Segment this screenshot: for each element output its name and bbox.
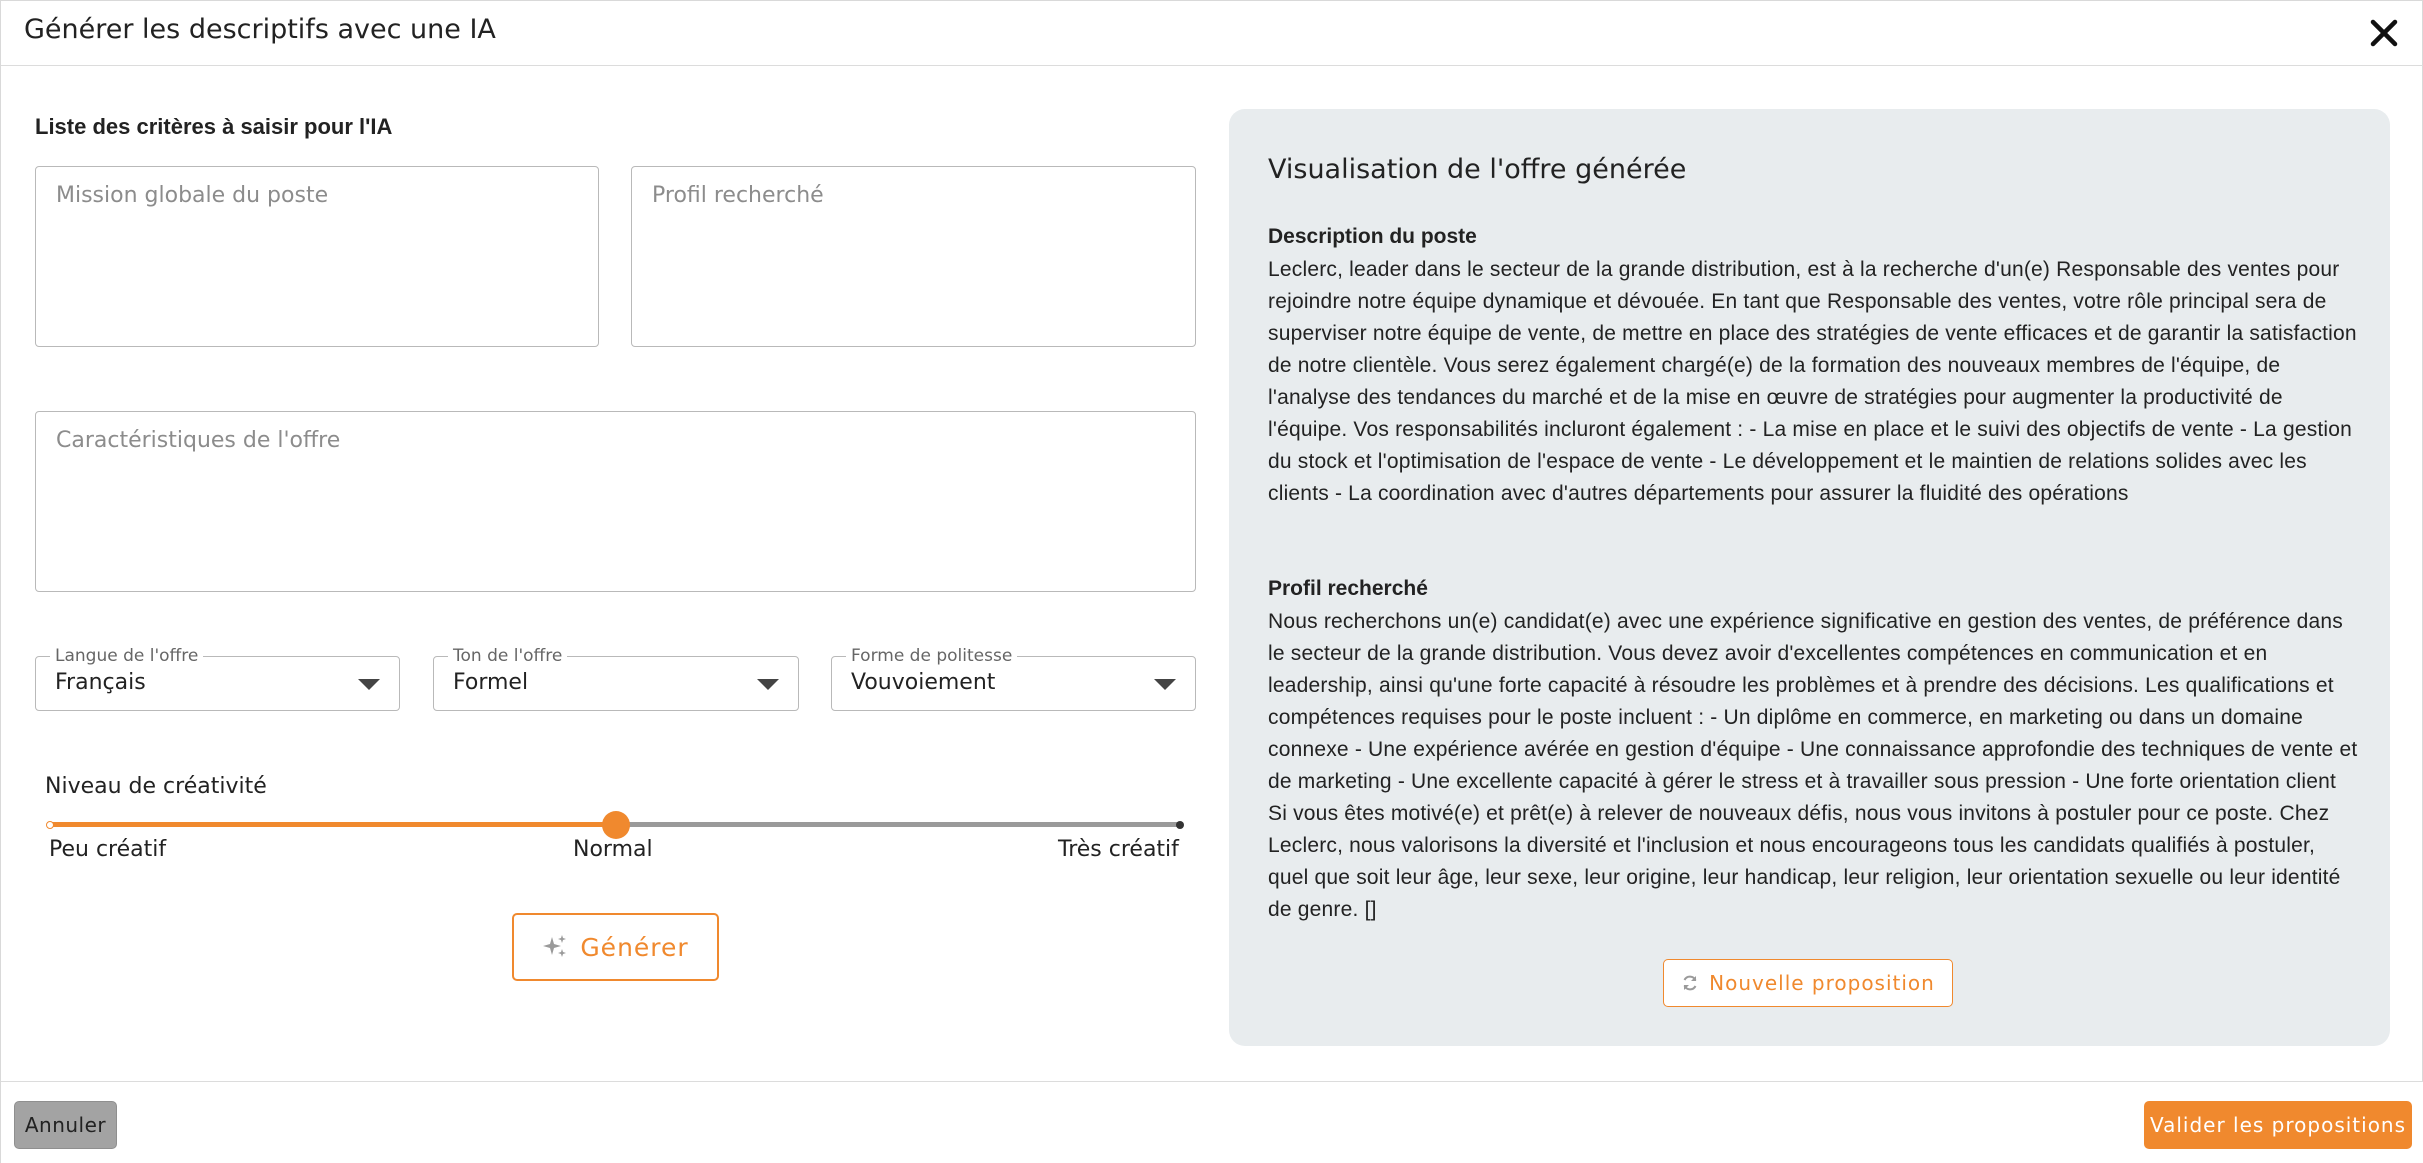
- preview-title: Visualisation de l'offre générée: [1268, 154, 1687, 185]
- close-icon: [2370, 19, 2398, 47]
- tone-select-label: Ton de l'offre: [448, 646, 568, 666]
- new-proposal-button[interactable]: Nouvelle proposition: [1663, 959, 1953, 1007]
- generate-button-label: Générer: [580, 932, 689, 962]
- sparkles-icon: [543, 935, 567, 957]
- tone-select[interactable]: Ton de l'offre Formel: [433, 646, 799, 711]
- cancel-button[interactable]: Annuler: [14, 1101, 117, 1149]
- creativity-slider-title: Niveau de créativité: [45, 774, 267, 799]
- tone-select-value: Formel: [453, 670, 529, 695]
- description-section-text: Leclerc, leader dans le secteur de la gr…: [1268, 258, 2357, 505]
- creativity-slider-thumb[interactable]: [602, 811, 630, 839]
- language-select[interactable]: Langue de l'offre Français: [35, 646, 400, 711]
- ai-description-dialog: Générer les descriptifs avec une IA List…: [0, 0, 2423, 1163]
- slider-max-mark: [1176, 821, 1184, 829]
- profile-textarea[interactable]: Profil recherché: [631, 166, 1196, 347]
- close-button[interactable]: [2364, 13, 2404, 53]
- caret-down-icon: [1154, 679, 1176, 690]
- dialog-title: Générer les descriptifs avec une IA: [24, 14, 496, 45]
- politeness-select[interactable]: Forme de politesse Vouvoiement: [831, 646, 1196, 711]
- language-select-value: Français: [55, 670, 146, 695]
- profile-section-text: Nous recherchons un(e) candidat(e) avec …: [1268, 610, 2358, 921]
- characteristics-placeholder: Caractéristiques de l'offre: [56, 428, 341, 453]
- creativity-mid-label: Normal: [573, 837, 653, 862]
- caret-down-icon: [358, 679, 380, 690]
- dialog-header: Générer les descriptifs avec une IA: [1, 1, 2423, 66]
- description-section-title: Description du poste: [1268, 225, 1477, 248]
- caret-down-icon: [757, 679, 779, 690]
- characteristics-textarea[interactable]: Caractéristiques de l'offre: [35, 411, 1196, 592]
- creativity-min-label: Peu créatif: [49, 837, 167, 862]
- mission-placeholder: Mission globale du poste: [56, 183, 329, 208]
- generated-offer-preview: Visualisation de l'offre générée Descrip…: [1229, 109, 2390, 1046]
- refresh-icon: [1683, 975, 1697, 991]
- dialog-footer: Annuler Valider les propositions: [1, 1081, 2423, 1163]
- politeness-select-value: Vouvoiement: [851, 670, 996, 695]
- new-proposal-label: Nouvelle proposition: [1709, 971, 1935, 995]
- creativity-slider-fill: [49, 822, 616, 827]
- mission-textarea[interactable]: Mission globale du poste: [35, 166, 599, 347]
- criteria-section-title: Liste des critères à saisir pour l'IA: [35, 114, 393, 139]
- validate-proposals-button[interactable]: Valider les propositions: [2144, 1101, 2412, 1149]
- generate-button[interactable]: Générer: [512, 913, 719, 981]
- slider-min-mark: [46, 821, 54, 829]
- profile-placeholder: Profil recherché: [652, 183, 824, 208]
- politeness-select-label: Forme de politesse: [846, 646, 1018, 666]
- profile-section-title: Profil recherché: [1268, 577, 1428, 600]
- creativity-max-label: Très créatif: [1058, 837, 1179, 862]
- language-select-label: Langue de l'offre: [50, 646, 204, 666]
